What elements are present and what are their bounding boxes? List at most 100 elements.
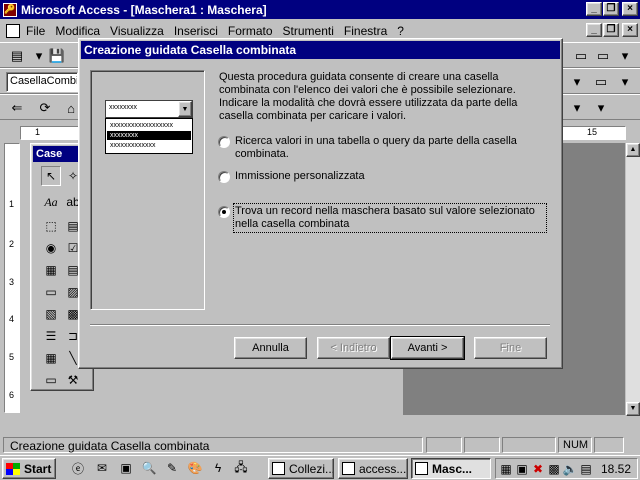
paint-icon[interactable]: 🎨	[187, 460, 203, 476]
chevron-down-icon: ▼	[178, 101, 192, 117]
dialog-separator	[90, 324, 550, 326]
option-custom-values[interactable]: Immissione personalizzata	[218, 170, 548, 183]
status-panel	[464, 437, 500, 453]
close-button[interactable]: ×	[622, 2, 638, 16]
restore-button[interactable]: ❐	[603, 2, 619, 16]
radio-lookup-table[interactable]	[218, 136, 230, 148]
wizard-preview-panel: xxxxxxxx ▼ xxxxxxxxxxxxxxxxxx xxxxxxxx x…	[90, 70, 205, 310]
windows-logo-icon	[6, 462, 20, 475]
cancel-button[interactable]: Annulla	[234, 337, 307, 359]
tray-app-icon[interactable]: ▦	[498, 461, 514, 477]
desktop-icon[interactable]: ▣	[118, 460, 134, 476]
outlook-icon[interactable]: ✉	[94, 460, 110, 476]
status-panel	[426, 437, 462, 453]
explorer-icon[interactable]: 🔍	[141, 460, 157, 476]
start-button[interactable]: Start	[2, 458, 56, 479]
chevron-down-icon[interactable]: ▾	[614, 45, 636, 67]
menu-file[interactable]: File	[26, 24, 45, 38]
chevron-down-icon[interactable]: ▾	[614, 71, 636, 93]
ruler-mark: 5	[9, 352, 15, 362]
wizard-intro-text: Questa procedura guidata consente di cre…	[219, 71, 518, 122]
arrow-left-icon[interactable]: ⇐	[6, 97, 28, 119]
spacer-icon[interactable]: ▭	[570, 45, 592, 67]
view-icon[interactable]: ▤	[6, 45, 28, 67]
select-pointer-icon[interactable]: ↖	[41, 166, 61, 186]
page-break-icon[interactable]: ☰	[41, 326, 61, 346]
next-button[interactable]: Avanti >	[390, 336, 465, 360]
preview-row: xxxxxxxxxxxxxxxxxx	[110, 122, 173, 129]
doc-minimize-button[interactable]: _	[586, 23, 602, 37]
option-lookup-table-label[interactable]: Ricerca valori in una tabella o query da…	[235, 135, 548, 161]
menu-help[interactable]: ?	[397, 24, 404, 38]
unbound-object-icon[interactable]: ▧	[41, 304, 61, 324]
task-maschera[interactable]: Masc...	[411, 458, 491, 479]
network-icon[interactable]: 🖧	[233, 460, 249, 476]
form-document-icon[interactable]	[6, 23, 20, 38]
command-button-icon[interactable]: ▭	[41, 282, 61, 302]
chevron-down-icon[interactable]: ▾	[566, 97, 588, 119]
minimize-button[interactable]: _	[586, 2, 602, 16]
task-label: Masc...	[432, 461, 473, 476]
doc-restore-button[interactable]: ❐	[603, 23, 619, 37]
preview-combo: xxxxxxxx ▼	[105, 100, 193, 118]
menu-finestra[interactable]: Finestra	[344, 24, 387, 38]
option-find-record[interactable]: Trova un record nella maschera basato su…	[218, 203, 548, 233]
num-lock-indicator: NUM	[558, 437, 592, 453]
border-style-icon[interactable]: ▭	[592, 45, 614, 67]
notepad-icon[interactable]: ✎	[164, 460, 180, 476]
combobox-icon[interactable]: ▦	[41, 260, 61, 280]
dialog-title[interactable]: Creazione guidata Casella combinata	[81, 41, 560, 59]
status-panel	[594, 437, 624, 453]
refresh-icon[interactable]: ⟳	[34, 97, 56, 119]
back-button[interactable]: < Indietro	[317, 337, 390, 359]
scroll-down-icon[interactable]: ▼	[626, 402, 640, 416]
more-controls-icon[interactable]: ⚒	[63, 370, 83, 390]
option-find-record-label[interactable]: Trova un record nella maschera basato su…	[233, 203, 547, 233]
menu-strumenti[interactable]: Strumenti	[283, 24, 334, 38]
tray-app-icon[interactable]: ▤	[578, 461, 594, 477]
option-group-icon[interactable]: ⬚	[41, 216, 61, 236]
status-bar: Creazione guidata Casella combinata NUM	[0, 435, 640, 455]
task-collezione[interactable]: Collezi...	[268, 458, 334, 479]
system-tray: ▦ ▣ ✖ ▩ 🔈 ▤ 18.52	[495, 458, 638, 479]
tray-network-error-icon[interactable]: ✖	[530, 461, 546, 477]
option-button-icon[interactable]: ◉	[41, 238, 61, 258]
finish-button[interactable]: Fine	[474, 337, 547, 359]
menu-inserisci[interactable]: Inserisci	[174, 24, 218, 38]
chevron-down-icon[interactable]: ▾	[590, 97, 612, 119]
menu-modifica[interactable]: Modifica	[55, 24, 100, 38]
menu-formato[interactable]: Formato	[228, 24, 273, 38]
option-lookup-table[interactable]: Ricerca valori in una tabella o query da…	[218, 135, 548, 161]
status-text: Creazione guidata Casella combinata	[3, 437, 423, 453]
internet-explorer-icon[interactable]: ⓔ	[70, 460, 86, 476]
subform-icon[interactable]: ▦	[41, 348, 61, 368]
access-form-icon	[415, 462, 428, 475]
rectangle-tool-icon[interactable]: ▭	[41, 370, 61, 390]
label-tool-icon[interactable]: Aa	[41, 192, 61, 212]
object-combo[interactable]: CasellaCombin	[6, 72, 78, 92]
doc-close-button[interactable]: ×	[622, 23, 638, 37]
volume-icon[interactable]: 🔈	[562, 461, 578, 477]
lightning-icon[interactable]: ϟ	[210, 460, 226, 476]
word-doc-icon	[342, 462, 355, 475]
tray-app-icon[interactable]: ▩	[546, 461, 562, 477]
app-title-bar[interactable]: 🔑 Microsoft Access - [Maschera1 : Masche…	[0, 0, 640, 19]
scroll-up-icon[interactable]: ▲	[626, 143, 640, 157]
preview-combo-text: xxxxxxxx	[109, 104, 137, 111]
vertical-scrollbar[interactable]: ▲ ▼	[626, 143, 640, 416]
radio-find-record[interactable]	[218, 206, 230, 218]
menu-visualizza[interactable]: Visualizza	[110, 24, 164, 38]
line-border-dropdown-icon[interactable]: ▾	[566, 71, 588, 93]
save-icon[interactable]: 💾	[46, 45, 68, 67]
option-custom-values-label[interactable]: Immissione personalizzata	[235, 170, 365, 183]
radio-custom-values[interactable]	[218, 171, 230, 183]
clock[interactable]: 18.52	[601, 462, 631, 476]
task-access-doc[interactable]: access...	[338, 458, 408, 479]
preview-row: xxxxxxxx	[107, 131, 191, 140]
combo-wizard-dialog: Creazione guidata Casella combinata xxxx…	[78, 38, 563, 369]
access-app-icon[interactable]: 🔑	[3, 2, 17, 17]
ruler-mark: 3	[9, 277, 15, 287]
tray-app-icon[interactable]: ▣	[514, 461, 530, 477]
vertical-ruler[interactable]: 1 2 3 4 5 6	[4, 143, 20, 413]
line-style-icon[interactable]: ▭	[590, 71, 612, 93]
